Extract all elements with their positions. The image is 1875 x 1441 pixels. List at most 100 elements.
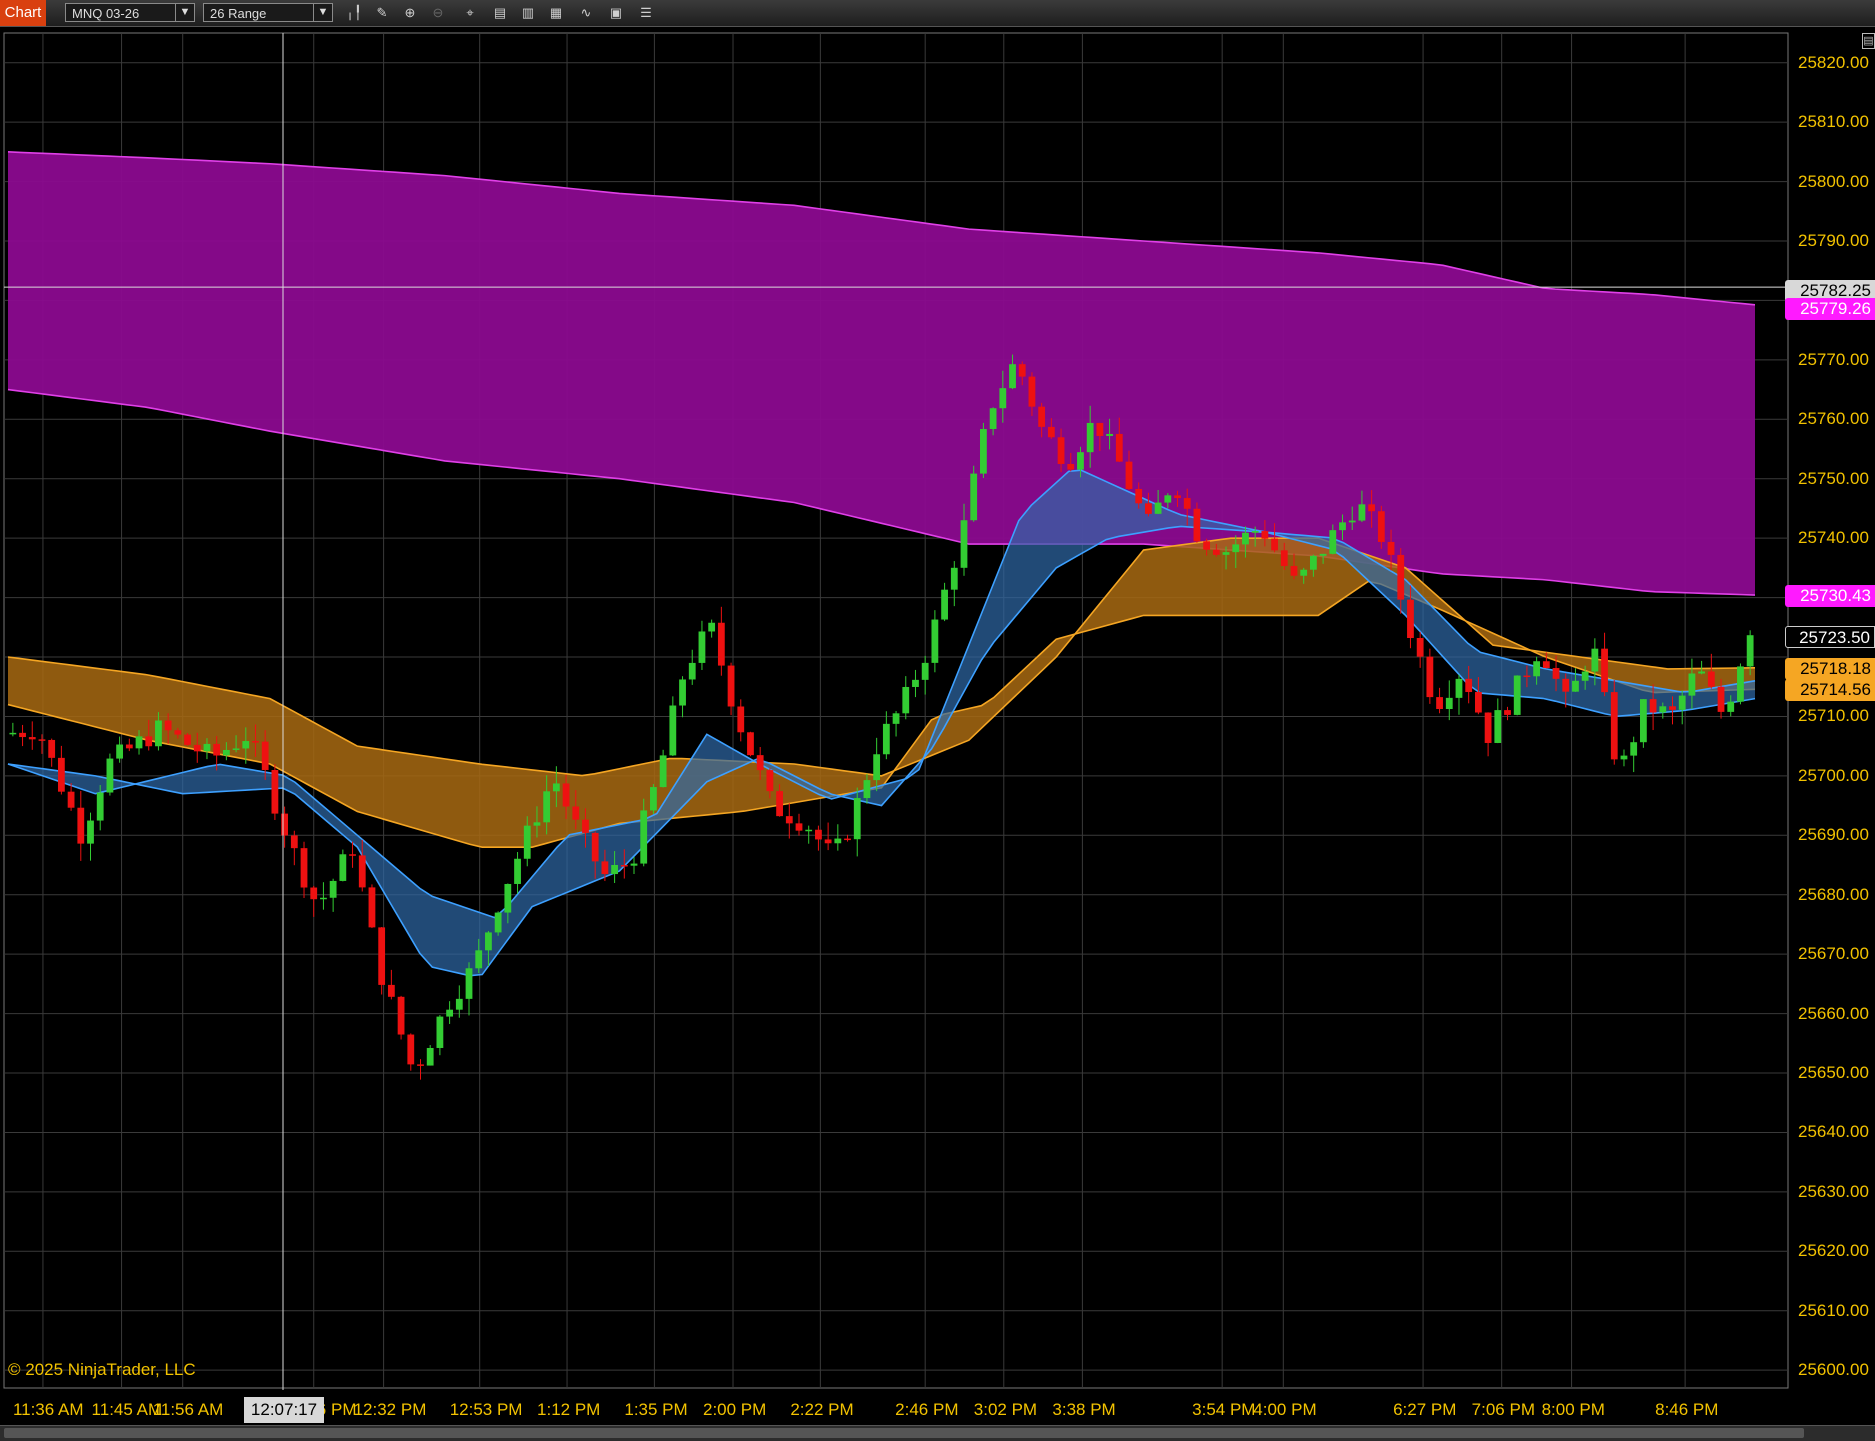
candle-body [834, 838, 842, 844]
candle-body [1038, 406, 1046, 427]
candle-body [688, 662, 696, 680]
candle-body [931, 619, 939, 663]
candle-body [446, 1009, 453, 1017]
candle-body [882, 723, 890, 755]
candle-body [1125, 461, 1133, 489]
candle-body [717, 622, 725, 666]
candle-body [1513, 675, 1521, 715]
candle-body [921, 662, 929, 680]
candle-body [1271, 538, 1278, 551]
time-axis-label: 2:46 PM [895, 1400, 959, 1419]
candle-body [1057, 437, 1065, 464]
chart-canvas[interactable] [0, 0, 1875, 1425]
candle-body [1164, 495, 1172, 503]
time-axis-label: 8:00 PM [1541, 1400, 1605, 1419]
candle-body [281, 813, 289, 836]
candle-body [1261, 531, 1269, 539]
candle-body [1106, 433, 1113, 437]
candle-body [679, 679, 686, 706]
candle-body [145, 736, 153, 747]
candle-body [630, 863, 638, 866]
price-axis-label: 25700.00 [1798, 765, 1869, 785]
crosshair-time-label: 12:07:17 [244, 1397, 324, 1423]
time-axis-label: 6:27 PM [1393, 1400, 1457, 1419]
candle-body [1504, 710, 1511, 715]
magenta-cloud-upper-tag: 25779.26 [1785, 298, 1875, 320]
candle-body [620, 865, 628, 867]
time-axis-label: 11:56 AM [152, 1400, 224, 1419]
price-axis-label: 25790.00 [1798, 231, 1869, 250]
candle-body [1416, 638, 1424, 657]
price-axis-label: 25710.00 [1798, 706, 1869, 726]
candle-body [873, 754, 881, 781]
panel-menu-icon[interactable]: ▤ [1862, 33, 1875, 49]
candle-body [941, 589, 948, 620]
candle-body [960, 520, 968, 568]
candle-body [1115, 433, 1123, 462]
scroll-thumb[interactable] [4, 1428, 1804, 1438]
candle-body [863, 780, 871, 799]
candle-body [48, 739, 56, 758]
candle-body [552, 783, 560, 792]
candle-body [650, 787, 657, 811]
candle-body [844, 838, 851, 841]
candle-body [1212, 549, 1220, 555]
price-axis-label: 25660.00 [1798, 1003, 1869, 1023]
candle-body [912, 679, 919, 687]
candle-body [426, 1047, 434, 1066]
candle-body [504, 883, 512, 913]
candle-body [1290, 565, 1298, 576]
candle-body [339, 854, 347, 881]
candle-body [785, 816, 793, 824]
candle-body [514, 858, 521, 884]
candle-body [1717, 686, 1725, 712]
candle-body [1077, 452, 1084, 470]
time-axis-label: 11:36 AM [12, 1400, 84, 1419]
candle-body [853, 798, 861, 840]
candle-body [1145, 503, 1152, 514]
candle-body [591, 832, 599, 862]
candle-body [9, 732, 17, 735]
candle-body [1387, 541, 1395, 555]
candle-body [261, 741, 269, 770]
candle-body [1358, 504, 1366, 521]
candle-body [1339, 522, 1346, 531]
candle-body [611, 865, 618, 875]
candle-body [1135, 488, 1143, 504]
horizontal-scrollbar[interactable] [0, 1425, 1875, 1441]
price-axis-label: 25640.00 [1798, 1122, 1869, 1142]
candle-body [1678, 695, 1686, 710]
candle-body [1251, 531, 1259, 533]
candle-body [1542, 661, 1550, 669]
candle-body [1552, 668, 1560, 679]
candle-body [708, 622, 716, 632]
candle-body [1562, 678, 1570, 692]
candle-body [19, 732, 26, 738]
candle-body [1300, 569, 1308, 576]
candle-body [1232, 544, 1240, 553]
last-price-tag: 25723.50 [1785, 626, 1875, 648]
candle-body [67, 791, 75, 808]
candle-body [1203, 541, 1211, 550]
candle-body [1183, 498, 1191, 509]
candle-body [1348, 520, 1356, 523]
candle-body [1620, 755, 1628, 760]
candle-body [1649, 699, 1657, 713]
orange-cloud-lower-tag: 25714.56 [1785, 679, 1875, 701]
candle-body [57, 757, 65, 792]
time-axis-label: 1:12 PM [537, 1400, 601, 1419]
candle-body [1426, 656, 1434, 698]
magenta-cloud [8, 151, 1755, 596]
candle-body [1009, 364, 1016, 389]
candle-body [300, 848, 308, 888]
candle-body [96, 792, 104, 821]
candle-body [310, 887, 318, 900]
time-axis-label: 2:00 PM [703, 1400, 767, 1419]
time-axis-label: 3:02 PM [973, 1400, 1038, 1419]
candle-body [1474, 692, 1482, 713]
candle-body [1222, 552, 1230, 555]
candle-body [1698, 671, 1706, 674]
candle-body [1727, 701, 1735, 712]
candle-body [892, 713, 900, 724]
candle-body [1494, 710, 1502, 743]
